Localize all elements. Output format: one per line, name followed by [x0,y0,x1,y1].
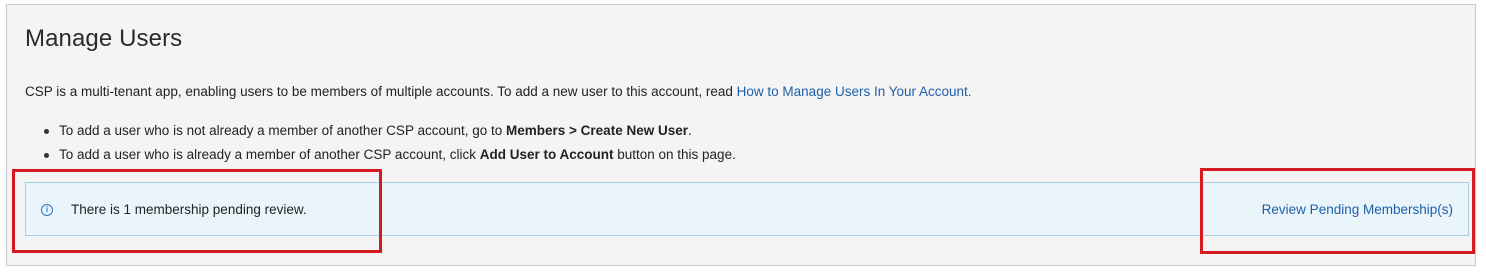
instructions-list: To add a user who is not already a membe… [25,123,736,171]
highlight-box-review-link [1200,168,1475,254]
list-item: To add a user who is already a member of… [25,147,736,171]
list-item: To add a user who is not already a membe… [25,123,736,147]
page-title: Manage Users [25,25,183,52]
bullet-dot [44,129,49,134]
intro-text: CSP is a multi-tenant app, enabling user… [25,84,737,99]
bullet-dot [44,153,49,158]
manage-users-help-link[interactable]: How to Manage Users In Your Account. [737,84,972,99]
intro-paragraph: CSP is a multi-tenant app, enabling user… [25,84,972,99]
highlight-box-alert-message [12,169,382,253]
